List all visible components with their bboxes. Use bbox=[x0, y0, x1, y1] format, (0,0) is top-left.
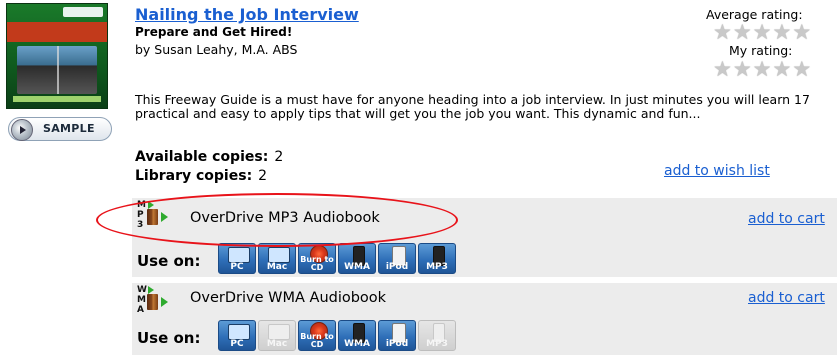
device-label: WMA bbox=[344, 339, 370, 349]
device-label: iPod bbox=[385, 262, 409, 272]
device-label: Burn to CD bbox=[300, 255, 334, 272]
play-arrow-icon bbox=[148, 286, 154, 294]
star-icon[interactable]: ★ bbox=[713, 58, 732, 80]
mac-icon bbox=[268, 247, 290, 263]
sample-button-label: SAMPLE bbox=[43, 122, 95, 135]
use-on-label-wma: Use on: bbox=[137, 329, 201, 347]
device-button-mac[interactable]: Mac bbox=[258, 320, 296, 351]
star-icon: ★ bbox=[732, 20, 752, 44]
wma-audiobook-icon: W M A bbox=[137, 285, 168, 315]
pc-icon bbox=[228, 324, 250, 340]
add-to-cart-link-wma[interactable]: add to cart bbox=[748, 290, 825, 306]
cover-bottom-strip bbox=[13, 96, 101, 102]
star-icon: ★ bbox=[752, 20, 772, 44]
library-copies: Library copies: 2 bbox=[135, 168, 267, 184]
book-cover-image[interactable] bbox=[6, 3, 108, 109]
device-label: WMA bbox=[344, 262, 370, 272]
star-icon[interactable]: ★ bbox=[792, 58, 811, 80]
play-arrow-icon bbox=[148, 201, 154, 209]
star-icon[interactable]: ★ bbox=[733, 58, 752, 80]
format-letter: M bbox=[137, 200, 146, 210]
add-to-cart-link-mp3[interactable]: add to cart bbox=[748, 211, 825, 227]
device-button-mp3-player[interactable]: MP3 bbox=[418, 320, 456, 351]
library-copies-label: Library copies: bbox=[135, 168, 253, 184]
device-button-wma-player[interactable]: WMA bbox=[338, 320, 376, 351]
device-label: Burn to CD bbox=[300, 332, 334, 349]
device-button-pc[interactable]: PC bbox=[218, 243, 256, 274]
my-rating-stars[interactable]: ★ ★ ★ ★ ★ bbox=[713, 58, 811, 80]
device-button-ipod[interactable]: iPod bbox=[378, 320, 416, 351]
format-letter: P bbox=[137, 210, 144, 220]
speaker-icon bbox=[11, 119, 33, 141]
format-name-mp3: OverDrive MP3 Audiobook bbox=[190, 210, 380, 226]
cover-title-band bbox=[7, 22, 107, 42]
format-letter: 3 bbox=[137, 220, 144, 230]
device-label: MP3 bbox=[426, 339, 448, 349]
device-button-pc[interactable]: PC bbox=[218, 320, 256, 351]
device-label: PC bbox=[230, 339, 244, 349]
device-label: Mac bbox=[266, 262, 288, 272]
book-title-link[interactable]: Nailing the Job Interview bbox=[135, 5, 359, 24]
format-letter: A bbox=[137, 305, 144, 315]
available-copies-label: Available copies: bbox=[135, 149, 269, 165]
pc-icon bbox=[228, 247, 250, 263]
star-icon[interactable]: ★ bbox=[753, 58, 772, 80]
star-icon[interactable]: ★ bbox=[772, 58, 791, 80]
star-icon: ★ bbox=[792, 20, 812, 44]
format-name-wma: OverDrive WMA Audiobook bbox=[190, 290, 387, 306]
available-copies: Available copies: 2 bbox=[135, 149, 283, 165]
device-list-wma: PC Mac Burn to CD WMA iPod MP3 bbox=[218, 320, 456, 351]
book-description: This Freeway Guide is a must have for an… bbox=[135, 92, 810, 121]
play-arrow-icon bbox=[161, 297, 168, 307]
cover-road-line bbox=[57, 46, 59, 94]
book-icon bbox=[147, 294, 158, 310]
book-subtitle: Prepare and Get Hired! bbox=[135, 25, 293, 39]
use-on-label-mp3: Use on: bbox=[137, 252, 201, 270]
mp3-audiobook-icon: M P 3 bbox=[137, 200, 168, 230]
publisher-logo bbox=[63, 7, 103, 17]
add-to-wish-list-link[interactable]: add to wish list bbox=[664, 163, 770, 179]
device-label: Mac bbox=[266, 339, 288, 349]
device-label: iPod bbox=[385, 339, 409, 349]
device-button-mp3-player[interactable]: MP3 bbox=[418, 243, 456, 274]
wma-format-letters: W M A bbox=[137, 285, 147, 315]
average-rating-stars: ★ ★ ★ ★ ★ bbox=[713, 21, 811, 43]
mac-icon bbox=[268, 324, 290, 340]
mp3-format-letters: M P 3 bbox=[137, 200, 146, 230]
play-arrow-icon bbox=[161, 212, 168, 222]
available-copies-value: 2 bbox=[274, 149, 284, 165]
format-letter: M bbox=[137, 295, 146, 305]
my-rating-label: My rating: bbox=[729, 43, 793, 58]
star-icon: ★ bbox=[713, 20, 732, 44]
device-button-burn-cd[interactable]: Burn to CD bbox=[298, 243, 336, 274]
device-label: PC bbox=[230, 262, 244, 272]
device-button-burn-cd[interactable]: Burn to CD bbox=[298, 320, 336, 351]
device-button-wma-player[interactable]: WMA bbox=[338, 243, 376, 274]
format-letter: W bbox=[137, 285, 147, 295]
device-button-mac[interactable]: Mac bbox=[258, 243, 296, 274]
library-copies-value: 2 bbox=[258, 168, 268, 184]
sample-button[interactable]: SAMPLE bbox=[8, 117, 112, 141]
star-icon: ★ bbox=[772, 20, 792, 44]
device-label: MP3 bbox=[426, 262, 448, 272]
book-icon bbox=[147, 209, 158, 225]
device-button-ipod[interactable]: iPod bbox=[378, 243, 416, 274]
device-list-mp3: PC Mac Burn to CD WMA iPod MP3 bbox=[218, 243, 456, 274]
book-author: by Susan Leahy, M.A. ABS bbox=[135, 42, 298, 57]
